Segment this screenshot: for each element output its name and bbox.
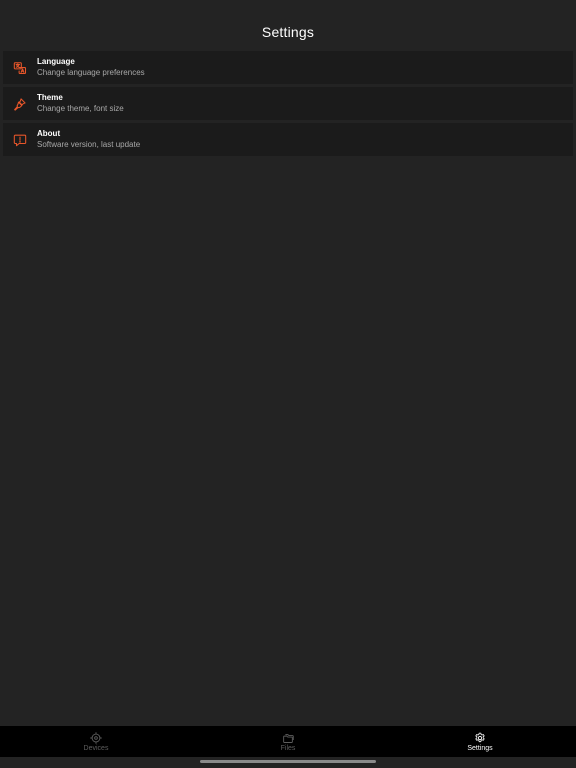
tab-devices-label: Devices [83, 744, 109, 752]
header: Settings [0, 0, 576, 50]
home-indicator-area [0, 757, 576, 768]
files-icon [282, 732, 294, 744]
devices-icon [90, 731, 102, 744]
tab-bar: Devices Files Settings [0, 726, 576, 757]
gear-icon [474, 732, 486, 744]
language-title: Language [37, 57, 75, 66]
settings-list: Language Change language preferences The… [3, 51, 573, 159]
language-subtitle: Change language preferences [37, 68, 145, 77]
about-title: About [37, 129, 61, 138]
tab-settings-label: Settings [467, 744, 493, 752]
settings-item-about[interactable]: About Software version, last update [3, 123, 573, 156]
brush-icon [3, 87, 37, 120]
about-subtitle: Software version, last update [37, 140, 141, 149]
tab-files-label: Files [280, 744, 296, 752]
tab-settings[interactable]: Settings [384, 726, 576, 757]
language-icon [3, 51, 37, 84]
home-indicator[interactable] [200, 760, 376, 763]
theme-subtitle: Change theme, font size [37, 104, 124, 113]
tab-files[interactable]: Files [192, 726, 384, 757]
settings-item-theme[interactable]: Theme Change theme, font size [3, 87, 573, 120]
settings-screen: Settings Language Change language prefer… [0, 0, 576, 768]
settings-item-language[interactable]: Language Change language preferences [3, 51, 573, 84]
page-title: Settings [261, 24, 315, 40]
theme-title: Theme [37, 93, 63, 102]
info-icon [3, 123, 37, 156]
tab-devices[interactable]: Devices [0, 726, 192, 757]
